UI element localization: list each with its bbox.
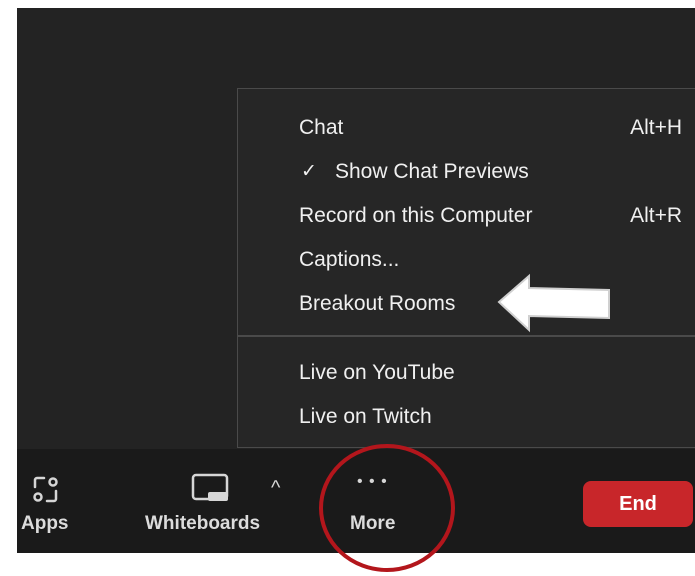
- menu-item-label: Breakout Rooms: [299, 292, 456, 315]
- menu-item-label: Record on this Computer: [299, 204, 533, 227]
- menu-item-shortcut: Alt+H: [630, 116, 682, 139]
- checkmark-icon: ✓: [301, 161, 317, 182]
- more-menu: Chat Alt+H ✓ Show Chat Previews Record o…: [237, 88, 695, 448]
- whiteboards-button[interactable]: Whiteboards: [143, 449, 283, 553]
- menu-item-label: Live on Twitch: [299, 405, 432, 428]
- menu-item-captions[interactable]: Captions...: [238, 240, 695, 280]
- menu-item-label: Captions...: [299, 248, 400, 271]
- whiteboard-icon: [191, 473, 229, 501]
- whiteboards-label: Whiteboards: [145, 513, 261, 534]
- menu-item-chat[interactable]: Chat Alt+H: [238, 108, 695, 148]
- end-meeting-button[interactable]: End: [583, 481, 693, 527]
- caret-up-icon: ^: [271, 477, 281, 499]
- menu-item-live-on-twitch[interactable]: Live on Twitch: [238, 397, 695, 437]
- annotation-circle: [319, 444, 455, 572]
- menu-item-show-chat-previews[interactable]: ✓ Show Chat Previews: [238, 152, 695, 192]
- menu-item-label: Live on YouTube: [299, 361, 455, 384]
- apps-icon: [33, 476, 58, 503]
- menu-item-label: Chat: [299, 116, 344, 139]
- menu-item-shortcut: Alt+R: [630, 204, 682, 227]
- annotation-arrow: [497, 273, 610, 333]
- apps-label: Apps: [21, 513, 69, 534]
- menu-item-live-on-youtube[interactable]: Live on YouTube: [238, 353, 695, 393]
- menu-item-breakout-rooms[interactable]: Breakout Rooms: [238, 284, 695, 324]
- menu-item-label: Show Chat Previews: [335, 160, 529, 183]
- apps-button[interactable]: Apps: [17, 449, 87, 553]
- meeting-stage: Chat Alt+H ✓ Show Chat Previews Record o…: [17, 8, 695, 572]
- menu-item-record-on-this-computer[interactable]: Record on this Computer Alt+R: [238, 196, 695, 236]
- whiteboards-options-button[interactable]: ^: [265, 449, 289, 553]
- menu-divider: [238, 335, 695, 337]
